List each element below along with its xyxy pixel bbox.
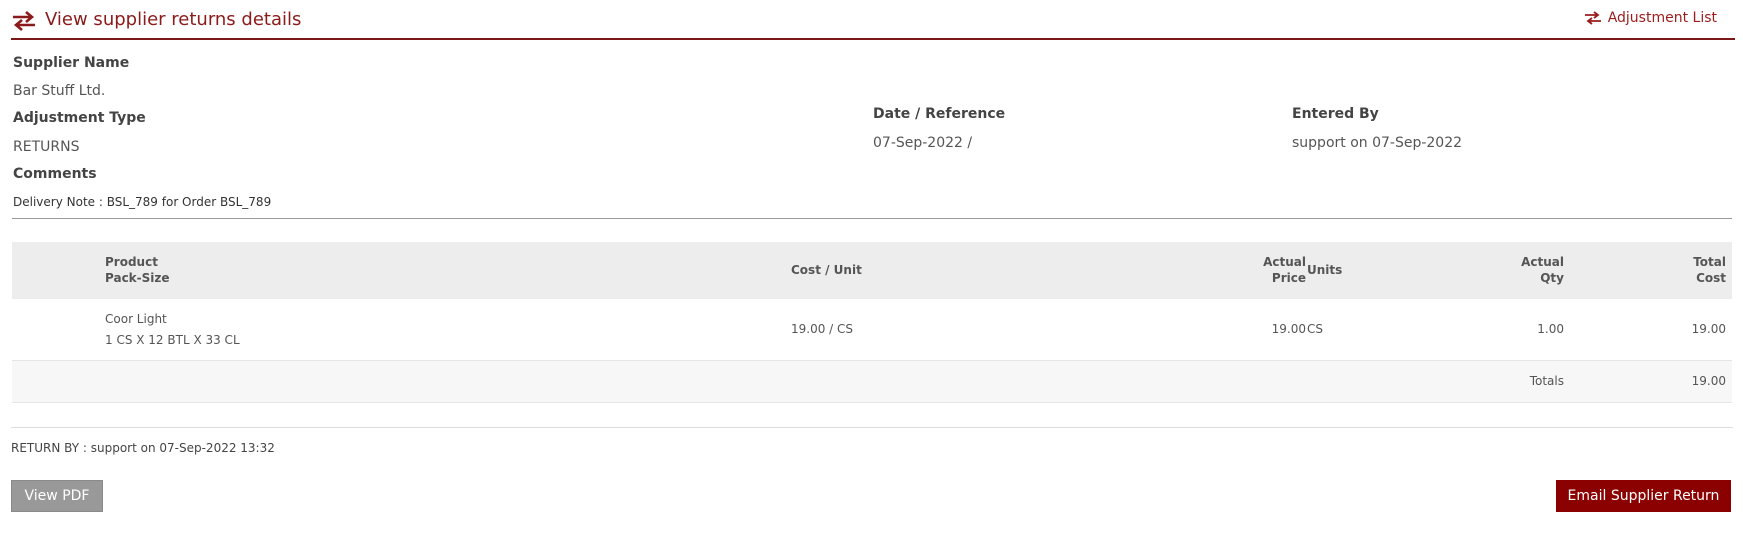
returns-table: Product Pack-Size Cost / Unit Actual Pri… [12,242,1732,403]
header-actual-price: Actual Price [1263,254,1306,286]
header-product: Product Pack-Size [105,254,170,286]
header-actual-qty: Actual Qty [1521,254,1564,286]
view-pdf-button[interactable]: View PDF [11,480,103,512]
header-actual-price-line1: Actual [1263,255,1306,269]
header-total-cost-line1: Total [1693,255,1726,269]
return-by-text: RETURN BY : support on 07-Sep-2022 13:32 [11,441,275,455]
row-actual-qty: 1.00 [1537,322,1564,336]
page-header: View supplier returns details Adjustment… [11,0,1735,40]
adjustment-type-value: RETURNS [13,139,80,155]
email-supplier-return-button[interactable]: Email Supplier Return [1556,480,1731,512]
product-name: Coor Light [105,312,167,326]
header-total-cost-line2: Cost [1696,271,1726,285]
header-units: Units [1307,263,1343,277]
swap-arrows-icon [1584,11,1601,25]
header-actual-price-line2: Price [1271,271,1306,285]
table-header: Product Pack-Size Cost / Unit Actual Pri… [12,242,1732,299]
row-units: CS [1307,322,1323,336]
header-actual-qty-line2: Qty [1540,271,1564,285]
swap-arrows-icon [13,11,35,31]
footer-divider [11,427,1733,428]
row-product: Coor Light 1 CS X 12 BTL X 33 CL [105,309,240,351]
entered-by-label: Entered By [1292,106,1379,122]
date-reference-label: Date / Reference [873,106,1006,122]
comments-label: Comments [13,166,97,182]
page-title: View supplier returns details [45,9,302,30]
supplier-name-value: Bar Stuff Ltd. [13,83,106,99]
adjustment-list-label[interactable]: Adjustment List [1608,10,1717,26]
adjustment-list-link[interactable]: Adjustment List [1584,10,1717,26]
details-divider [12,218,1732,219]
row-cost-unit: 19.00 / CS [791,322,854,336]
row-total-cost: 19.00 [1691,322,1726,336]
row-actual-price: 19.00 [1271,322,1306,336]
product-pack-size: 1 CS X 12 BTL X 33 CL [105,333,240,347]
header-actual-qty-line1: Actual [1521,255,1564,269]
adjustment-type-label: Adjustment Type [13,110,146,126]
header-total-cost: Total Cost [1693,254,1726,286]
totals-value: 19.00 [1691,374,1726,388]
totals-label: Totals [1529,374,1564,388]
entered-by-value: support on 07-Sep-2022 [1292,135,1463,151]
header-cost-unit: Cost / Unit [791,263,862,277]
header-product-label: Product [105,255,158,269]
supplier-name-label: Supplier Name [13,55,130,71]
table-row: Coor Light 1 CS X 12 BTL X 33 CL 19.00 /… [12,299,1732,361]
header-pack-size-label: Pack-Size [105,271,170,285]
comments-value: Delivery Note : BSL_789 for Order BSL_78… [13,195,272,209]
date-reference-value: 07-Sep-2022 / [873,135,973,151]
table-totals-row: Totals 19.00 [12,361,1732,403]
